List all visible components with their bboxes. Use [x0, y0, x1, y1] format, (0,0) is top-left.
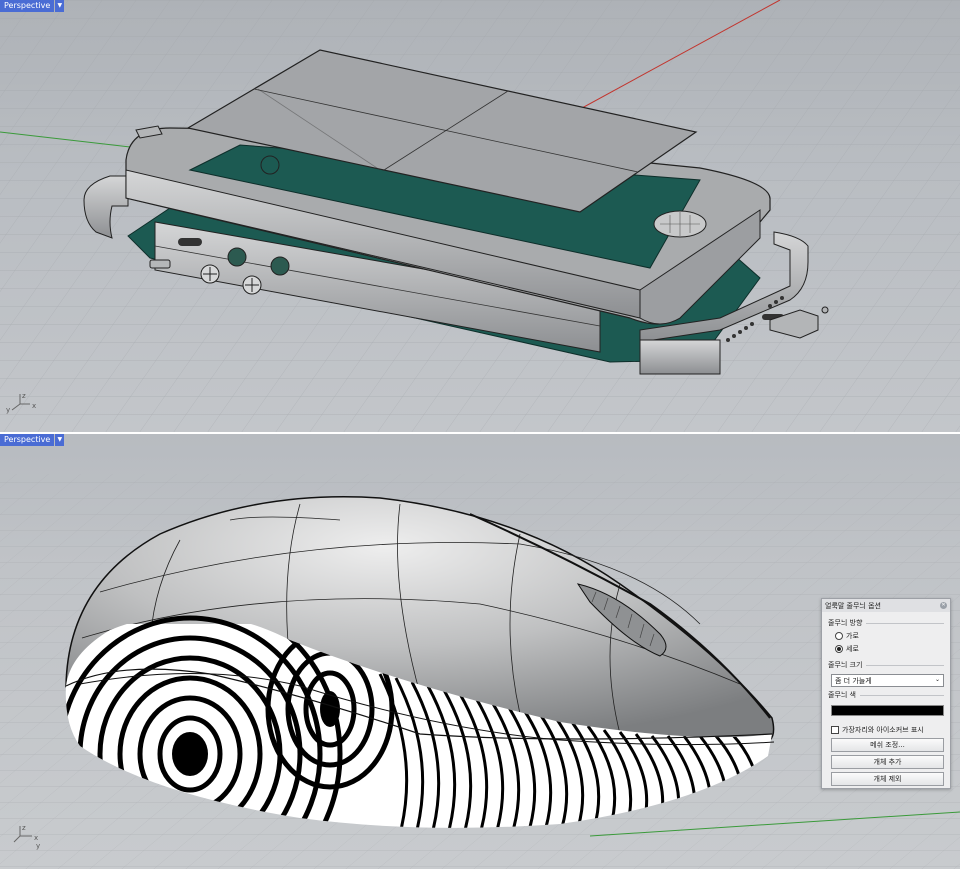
direction-label: 줄무늬 방향: [828, 619, 863, 627]
radio-horizontal-label: 가로: [846, 632, 859, 640]
size-label: 줄무늬 크기: [828, 661, 863, 669]
axis-y-label: y: [6, 406, 10, 414]
color-label: 줄무늬 색: [828, 691, 856, 699]
radio-vertical[interactable]: 세로: [835, 644, 944, 654]
radio-horizontal[interactable]: 가로: [835, 631, 944, 641]
close-icon[interactable]: ✕: [940, 602, 947, 609]
checkbox-icon[interactable]: [831, 726, 839, 734]
radio-icon[interactable]: [835, 632, 843, 640]
axis-x-label: x: [32, 402, 36, 410]
size-section: 줄무늬 크기: [828, 660, 944, 670]
viewport-top-title[interactable]: Perspective: [0, 0, 55, 12]
axis-z-label: z: [22, 824, 26, 832]
switch-slot: [178, 238, 202, 246]
show-edges-label: 가장자리와 아이소커브 표시: [842, 726, 924, 734]
axis-y-label: y: [36, 842, 40, 850]
remove-object-button[interactable]: 개체 제외: [831, 772, 944, 786]
volume-hole: [270, 256, 290, 276]
add-object-button[interactable]: 개체 추가: [831, 755, 944, 769]
dialog-title: 얼룩말 줄무늬 옵션: [825, 601, 881, 610]
viewport-menu-icon[interactable]: ▼: [55, 0, 65, 12]
adjust-mesh-button[interactable]: 메쉬 조정...: [831, 738, 944, 752]
chevron-down-icon[interactable]: ⌄: [935, 676, 940, 683]
radio-checked-icon[interactable]: [835, 645, 843, 653]
viewport-top[interactable]: z x y Perspective ▼: [0, 0, 960, 432]
viewport-menu-icon[interactable]: ▼: [55, 434, 65, 446]
stripe-size-select[interactable]: 좀 더 가늘게 ⌄: [831, 674, 944, 687]
color-section: 줄무늬 색: [828, 690, 944, 700]
mute-switch: [149, 259, 171, 269]
viewport-bottom-title[interactable]: Perspective: [0, 434, 55, 446]
axis-z-label: z: [22, 392, 26, 400]
mouse-scene: z x y: [0, 474, 960, 869]
stripe-color-swatch[interactable]: [831, 705, 944, 716]
axis-x-label: x: [34, 834, 38, 842]
show-edges-checkbox-row[interactable]: 가장자리와 아이소커브 표시: [831, 725, 944, 735]
zebra-options-dialog: 얼룩말 줄무늬 옵션 ✕ 줄무늬 방향 가로 세로 줄무늬 크기 좀 더 가늘게…: [821, 598, 951, 789]
direction-section: 줄무늬 방향: [828, 618, 944, 628]
dialog-titlebar[interactable]: 얼룩말 줄무늬 옵션 ✕: [822, 599, 950, 612]
radio-vertical-label: 세로: [846, 645, 859, 653]
viewport-top-label[interactable]: Perspective ▼: [0, 0, 65, 12]
stripe-size-value: 좀 더 가늘게: [835, 676, 872, 685]
volume-hole: [227, 247, 247, 267]
viewport-bottom-label[interactable]: Perspective ▼: [0, 434, 65, 446]
phone-scene: z x y: [0, 0, 960, 432]
viewport-bottom[interactable]: z x y Perspective ▼: [0, 434, 960, 869]
